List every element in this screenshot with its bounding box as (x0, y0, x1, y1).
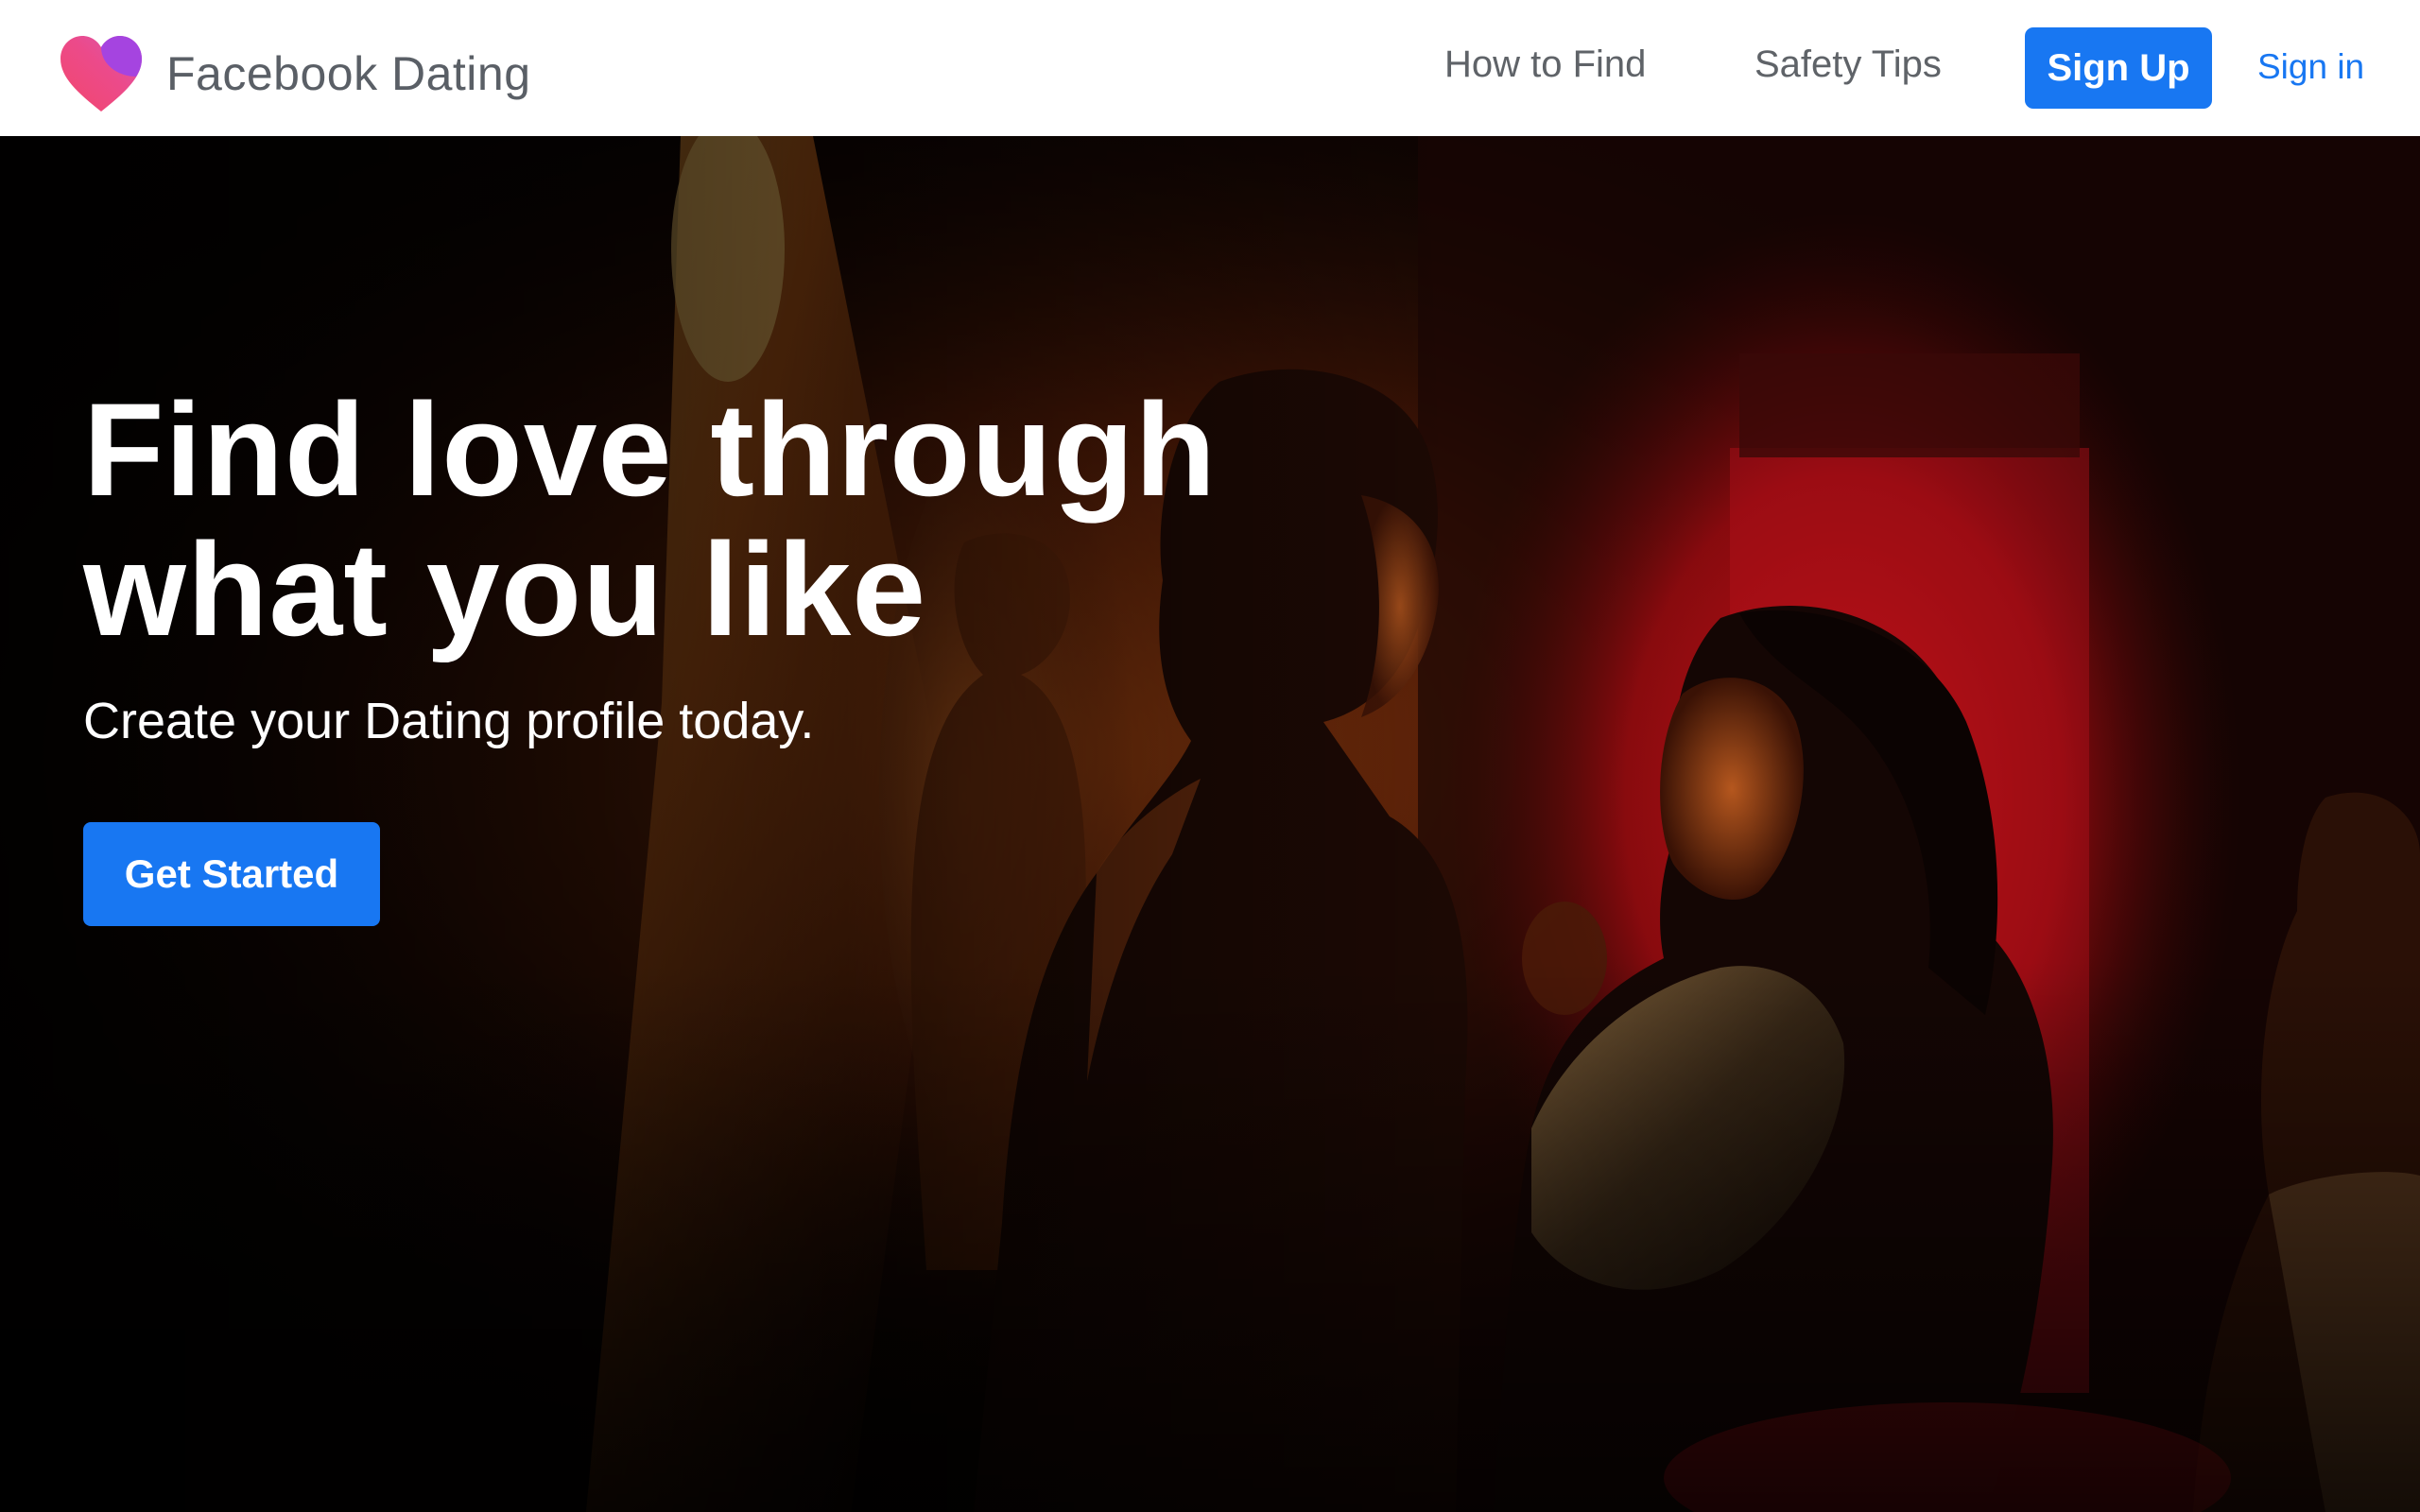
brand-name: Facebook Dating (166, 47, 531, 100)
nav-how-to-find-link[interactable]: How to Find (1444, 43, 1646, 86)
get-started-button[interactable]: Get Started (83, 822, 380, 926)
sign-up-button[interactable]: Sign Up (2025, 27, 2212, 109)
hero-title: Find love through what you like (83, 375, 1218, 663)
hero-section: Find love through what you like Create y… (0, 136, 2420, 1512)
nav-safety-tips-link[interactable]: Safety Tips (1754, 43, 1942, 86)
brand-home-link[interactable]: Facebook Dating (59, 34, 531, 113)
sign-in-link[interactable]: Sign in (2257, 47, 2364, 87)
page: Facebook Dating How to Find Safety Tips … (0, 0, 2420, 1512)
hero-subtitle: Create your Dating profile today. (83, 693, 815, 749)
heart-icon (60, 36, 142, 112)
top-navigation-bar: Facebook Dating How to Find Safety Tips … (0, 0, 2420, 136)
